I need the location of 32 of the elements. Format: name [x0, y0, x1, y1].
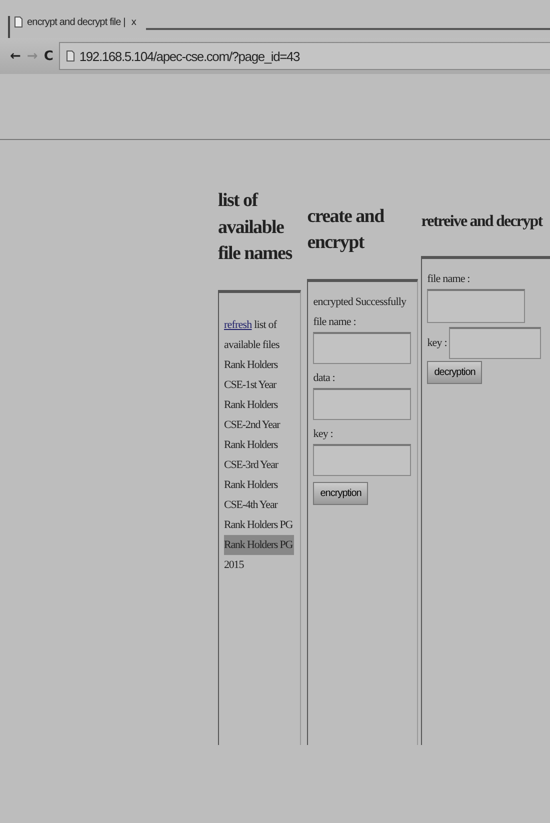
section-heading: list of available file names [218, 189, 294, 266]
input-field[interactable] [313, 388, 412, 420]
input-field[interactable] [313, 332, 412, 364]
field-label: key : [427, 336, 447, 351]
field-label: data : [313, 370, 335, 386]
file-name[interactable]: 2015 [224, 554, 245, 575]
reload-button[interactable]: C [44, 48, 54, 64]
file-name[interactable]: Rank Holders PG [224, 514, 294, 535]
file-name[interactable]: Rank Holders CSE-4th Year [224, 474, 296, 515]
field-label: key : [313, 426, 333, 442]
close-tab-button[interactable]: x [129, 16, 138, 28]
refresh-note: refresh list of available files [224, 318, 280, 353]
page-icon [66, 50, 76, 62]
page-icon [14, 16, 23, 28]
decryption-button[interactable]: decryption [427, 360, 482, 384]
refresh-link[interactable]: refresh [224, 318, 252, 331]
input-field[interactable] [448, 326, 541, 359]
section-heading: retreive and decrypt [421, 212, 544, 232]
tab-title: encrypt and decrypt file | [27, 16, 126, 28]
input-field[interactable] [427, 288, 526, 323]
input-field[interactable] [313, 444, 412, 476]
status-message: encrypted Successfully [313, 294, 406, 310]
file-name[interactable]: Rank Holders CSE-3rd Year [224, 434, 296, 475]
address-bar[interactable]: 192.168.5.104/apec-cse.com/?page_id=43 [59, 42, 550, 70]
field-label: file name : [427, 272, 470, 287]
file-name[interactable]: Rank Holders PG [224, 534, 294, 555]
file-name[interactable]: Rank Holders CSE-1st Year [224, 354, 296, 395]
field-label: file name : [313, 314, 356, 330]
back-button[interactable]: ← [10, 48, 21, 64]
file-name[interactable]: Rank Holders CSE-2nd Year [224, 394, 296, 435]
encryption-button[interactable]: encryption [313, 482, 368, 505]
section-heading: create and encrypt [307, 204, 386, 256]
